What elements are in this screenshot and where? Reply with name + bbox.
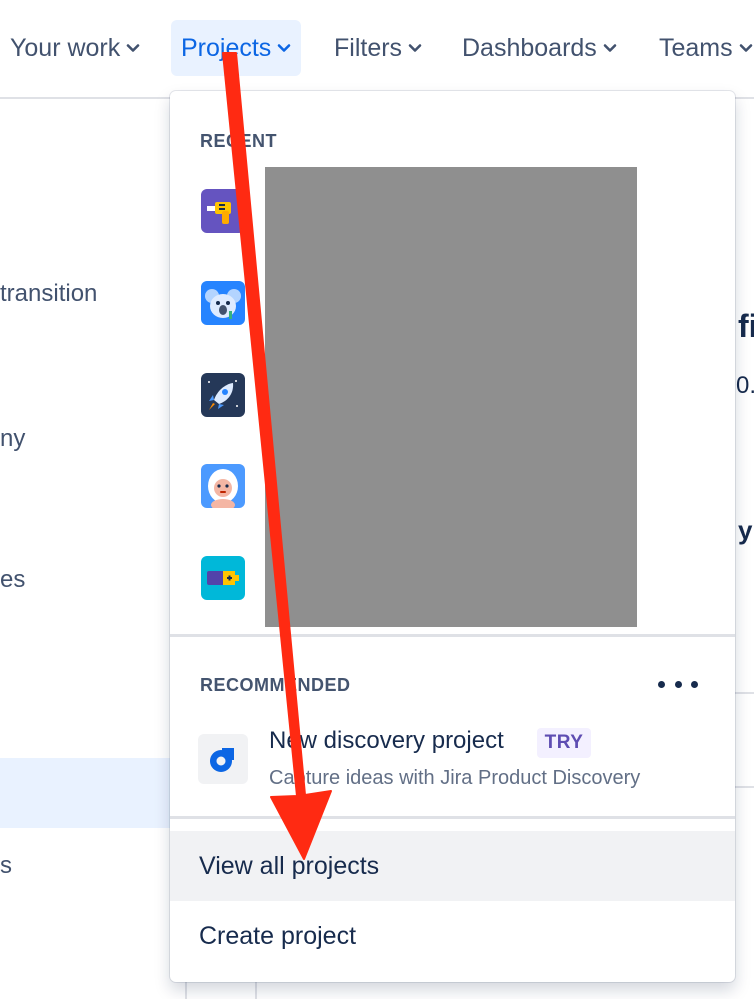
sidebar-item-text: s — [0, 852, 12, 879]
view-all-projects-item[interactable]: View all projects — [170, 831, 735, 901]
recommended-item-title: New discovery project — [269, 727, 504, 754]
sidebar-item-text: transition — [0, 280, 98, 307]
recommended-item-description: Capture ideas with Jira Product Discover… — [269, 767, 641, 789]
battery-project-icon[interactable] — [201, 556, 245, 600]
chevron-down-icon — [278, 44, 291, 52]
create-project-label: Create project — [199, 921, 357, 950]
nav-projects-label: Projects — [181, 33, 272, 62]
nav-teams-label: Teams — [659, 33, 733, 62]
nav-dashboards-label: Dashboards — [462, 33, 597, 62]
product-discovery-icon — [198, 734, 248, 784]
view-all-projects-label: View all projects — [199, 851, 380, 880]
more-icon-dot — [691, 680, 698, 688]
nav-filters-label: Filters — [334, 33, 403, 62]
sidebar-selected-item[interactable] — [0, 758, 172, 828]
nav-your-work[interactable]: Your work — [0, 20, 150, 76]
drill-project-icon[interactable] — [201, 189, 245, 233]
koala-project-icon[interactable] — [201, 281, 245, 325]
redacted-project-names — [265, 167, 637, 627]
more-icon — [658, 680, 665, 688]
nav-filters[interactable]: Filters — [324, 20, 432, 76]
page-divider — [735, 692, 754, 694]
try-badge: TRY — [537, 728, 591, 758]
nav-projects[interactable]: Projects — [171, 20, 302, 76]
recommended-section-title: RECOMMENDED — [200, 675, 351, 695]
nav-dashboards[interactable]: Dashboards — [452, 20, 627, 76]
nav-your-work-label: Your work — [10, 33, 121, 62]
create-project-item[interactable]: Create project — [170, 901, 735, 971]
page-text-fragment: y — [738, 515, 753, 545]
rocket-project-icon[interactable] — [201, 373, 245, 417]
page-divider — [735, 786, 754, 788]
chevron-down-icon — [603, 44, 617, 52]
page-text-fragment: 0. — [736, 372, 754, 399]
page-divider — [185, 982, 187, 999]
page-heading-fragment: fi — [738, 308, 754, 344]
sidebar-item-text: ny — [0, 425, 26, 452]
more-icon-dot — [674, 680, 682, 688]
section-divider — [170, 634, 735, 637]
chevron-down-icon — [408, 44, 422, 52]
nav-teams[interactable]: Teams — [649, 20, 754, 76]
chevron-down-icon — [126, 44, 140, 52]
recent-section-title: RECENT — [200, 131, 278, 151]
more-options-button[interactable] — [658, 669, 698, 699]
projects-dropdown: RECENT RECOMMENDED New discovery project… — [170, 91, 735, 982]
top-navigation: Your work Projects Filters Dashboards Te… — [0, 0, 754, 99]
section-divider — [170, 816, 735, 819]
yeti-project-icon[interactable] — [201, 464, 245, 508]
chevron-down-icon — [739, 44, 752, 52]
sidebar-item-text: es — [0, 566, 26, 593]
page-divider — [255, 982, 257, 999]
